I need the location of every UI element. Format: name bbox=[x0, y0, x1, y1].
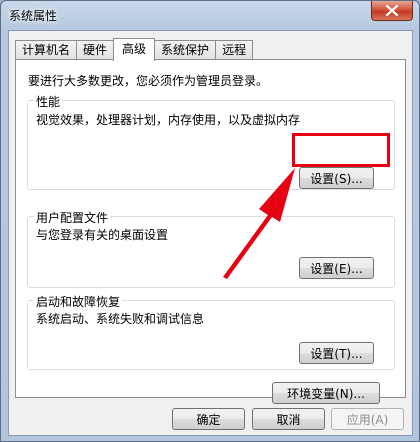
startup-recovery-group-title: 启动和故障恢复 bbox=[34, 293, 123, 310]
tab-advanced[interactable]: 高级 bbox=[113, 38, 156, 61]
startup-recovery-settings-button[interactable]: 设置(T)... bbox=[299, 342, 374, 364]
startup-recovery-group: 启动和故障恢复 系统启动、系统失败和调试信息 设置(T)... bbox=[27, 293, 395, 370]
user-profiles-group-title: 用户配置文件 bbox=[34, 209, 111, 226]
dialog-client-area: 计算机名 硬件 高级 系统保护 远程 要进行大多数更改，您必须作为管理员登录。 … bbox=[8, 30, 413, 436]
cancel-button[interactable]: 取消 bbox=[252, 408, 325, 430]
close-icon bbox=[386, 5, 398, 16]
title-bar[interactable]: 系统属性 bbox=[1, 1, 419, 29]
tab-remote[interactable]: 远程 bbox=[215, 40, 254, 60]
admin-notice: 要进行大多数更改，您必须作为管理员登录。 bbox=[28, 74, 269, 88]
user-profiles-group: 用户配置文件 与您登录有关的桌面设置 设置(E)... bbox=[27, 209, 395, 288]
annotation-highlight-box bbox=[292, 133, 390, 167]
tab-strip: 计算机名 硬件 高级 系统保护 远程 bbox=[15, 38, 254, 61]
user-profiles-desc: 与您登录有关的桌面设置 bbox=[36, 228, 169, 242]
tab-computer-name[interactable]: 计算机名 bbox=[15, 40, 78, 60]
user-profiles-settings-button[interactable]: 设置(E)... bbox=[299, 257, 374, 279]
tab-hardware[interactable]: 硬件 bbox=[76, 40, 115, 60]
performance-desc: 视觉效果，处理器计划，内存使用，以及虚拟内存 bbox=[36, 113, 301, 127]
advanced-tab-panel: 要进行大多数更改，您必须作为管理员登录。 性能 视觉效果，处理器计划，内存使用，… bbox=[15, 59, 406, 404]
environment-variables-button[interactable]: 环境变量(N)... bbox=[272, 382, 380, 404]
performance-settings-button[interactable]: 设置(S)... bbox=[299, 167, 374, 189]
system-properties-window: 系统属性 计算机名 硬件 高级 系统保护 远程 要进行大多数更改，您必须作为管理… bbox=[0, 0, 420, 442]
close-button[interactable] bbox=[371, 1, 413, 21]
performance-group-title: 性能 bbox=[34, 93, 63, 110]
tab-system-protection[interactable]: 系统保护 bbox=[154, 40, 217, 60]
window-title: 系统属性 bbox=[9, 9, 58, 23]
apply-button[interactable]: 应用(A) bbox=[331, 408, 404, 430]
ok-button[interactable]: 确定 bbox=[172, 408, 245, 430]
startup-recovery-desc: 系统启动、系统失败和调试信息 bbox=[36, 312, 205, 326]
